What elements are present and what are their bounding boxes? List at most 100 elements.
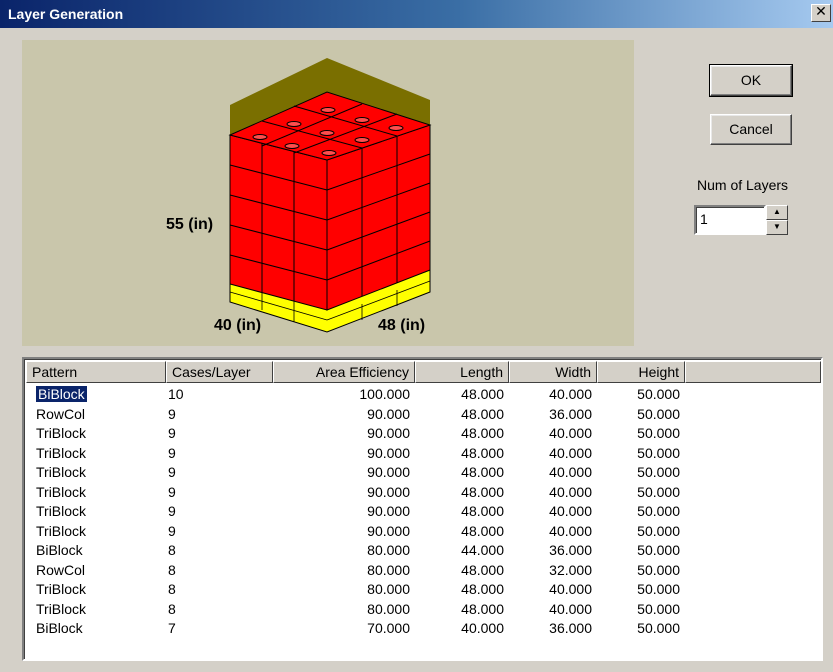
cell-text: 100.000: [359, 386, 410, 402]
ok-button[interactable]: OK: [709, 64, 793, 97]
cell-text: 40.000: [549, 444, 592, 461]
cell-width: 40.000: [509, 522, 592, 542]
cell-text: 36.000: [549, 542, 592, 558]
cell-text: 48.000: [461, 503, 504, 519]
cell-height: 50.000: [597, 385, 680, 405]
cell-pattern: TriBlock: [36, 502, 164, 522]
cell-cases-per-layer: 9: [168, 502, 268, 522]
pallet-preview: 55 (in) 40 (in) 48 (in): [22, 40, 634, 346]
column-header-pattern[interactable]: Pattern: [26, 361, 166, 383]
cell-text: 9: [168, 425, 176, 441]
cell-height: 50.000: [597, 619, 680, 639]
cell-cases-per-layer: 8: [168, 600, 268, 620]
cell-text: 50.000: [637, 561, 680, 578]
cell-text: 90.000: [367, 522, 410, 539]
cell-width: 36.000: [509, 405, 592, 425]
cell-text: 50.000: [637, 386, 680, 402]
column-header-length[interactable]: Length: [415, 361, 509, 383]
table-row[interactable]: TriBlock 9 90.000 48.000 40.000 50.000: [26, 483, 821, 503]
cell-pattern: RowCol: [36, 561, 164, 581]
cell-area-efficiency: 80.000: [273, 600, 410, 620]
column-header-width[interactable]: Width: [509, 361, 597, 383]
cell-cases-per-layer: 8: [168, 541, 268, 561]
cell-text: 48.000: [461, 600, 504, 617]
cell-text: 48.000: [461, 425, 504, 441]
cell-text: 40.000: [549, 600, 592, 617]
cell-text: 40.000: [549, 503, 592, 519]
cell-text: 7: [168, 620, 176, 636]
cell-pattern: TriBlock: [36, 463, 164, 483]
table-row[interactable]: BiBlock 8 80.000 44.000 36.000 50.000: [26, 541, 821, 561]
cell-text: TriBlock: [36, 444, 87, 461]
cell-text: 9: [168, 405, 176, 422]
layer-generation-dialog: Layer Generation ✕ 55 (in) 40 (in) 48 (i…: [0, 0, 833, 672]
table-row[interactable]: BiBlock 10 100.000 48.000 40.000 50.000: [26, 385, 821, 405]
column-header-height[interactable]: Height: [597, 361, 685, 383]
cell-text: 8: [168, 600, 176, 617]
cell-area-efficiency: 80.000: [273, 541, 410, 561]
table-row[interactable]: RowCol 8 80.000 48.000 32.000 50.000: [26, 561, 821, 581]
num-layers-input[interactable]: 1: [694, 205, 766, 235]
cell-text: RowCol: [36, 561, 86, 578]
spin-down-button[interactable]: ▼: [766, 220, 788, 235]
cell-text: 80.000: [367, 600, 410, 617]
cell-text: 50.000: [637, 620, 680, 636]
cell-pattern: TriBlock: [36, 600, 164, 620]
cell-pattern: TriBlock: [36, 522, 164, 542]
table-row[interactable]: BiBlock 7 70.000 40.000 36.000 50.000: [26, 619, 821, 639]
cell-text: 40.000: [549, 581, 592, 597]
list-rows: BiBlock 10 100.000 48.000 40.000 50.000 RowCol…: [26, 385, 821, 639]
cell-area-efficiency: 90.000: [273, 444, 410, 464]
table-row[interactable]: TriBlock 8 80.000 48.000 40.000 50.000: [26, 600, 821, 620]
column-header-cases-per-layer[interactable]: Cases/Layer: [166, 361, 273, 383]
cancel-button[interactable]: Cancel: [710, 114, 792, 145]
pattern-list[interactable]: Pattern Cases/Layer Area Efficiency Leng…: [22, 357, 823, 661]
table-row[interactable]: TriBlock 9 90.000 48.000 40.000 50.000: [26, 502, 821, 522]
cell-height: 50.000: [597, 522, 680, 542]
cell-text: BiBlock: [35, 385, 88, 403]
close-icon: ✕: [815, 4, 827, 20]
cell-length: 48.000: [415, 522, 504, 542]
column-header-area-efficiency[interactable]: Area Efficiency: [273, 361, 415, 383]
cell-text: 32.000: [549, 561, 592, 578]
close-button[interactable]: ✕: [811, 4, 831, 22]
cell-text: 40.000: [549, 464, 592, 480]
table-row[interactable]: TriBlock 9 90.000 48.000 40.000 50.000: [26, 424, 821, 444]
cell-text: RowCol: [36, 405, 86, 422]
cell-area-efficiency: 90.000: [273, 483, 410, 503]
cell-text: 90.000: [367, 405, 410, 422]
cell-text: 50.000: [637, 600, 680, 617]
title-bar[interactable]: Layer Generation ✕: [0, 0, 833, 28]
cell-text: 48.000: [461, 561, 504, 578]
cell-pattern: TriBlock: [36, 444, 164, 464]
cell-height: 50.000: [597, 463, 680, 483]
table-row[interactable]: TriBlock 9 90.000 48.000 40.000 50.000: [26, 463, 821, 483]
cell-width: 40.000: [509, 444, 592, 464]
cell-pattern: TriBlock: [36, 483, 164, 503]
table-row[interactable]: RowCol 9 90.000 48.000 36.000 50.000: [26, 405, 821, 425]
cell-text: 40.000: [549, 425, 592, 441]
cell-width: 36.000: [509, 541, 592, 561]
cell-text: 80.000: [367, 542, 410, 558]
cell-length: 48.000: [415, 424, 504, 444]
cell-text: TriBlock: [36, 464, 87, 480]
cell-text: 8: [168, 581, 176, 597]
cell-height: 50.000: [597, 580, 680, 600]
cell-text: 70.000: [367, 620, 410, 636]
cell-text: 90.000: [367, 503, 410, 519]
cell-pattern: BiBlock: [36, 619, 164, 639]
cell-text: 50.000: [637, 464, 680, 480]
cell-width: 36.000: [509, 619, 592, 639]
spin-up-button[interactable]: ▲: [766, 205, 788, 220]
cell-text: 36.000: [549, 620, 592, 636]
cell-text: 36.000: [549, 405, 592, 422]
cell-width: 40.000: [509, 424, 592, 444]
table-row[interactable]: TriBlock 9 90.000 48.000 40.000 50.000: [26, 444, 821, 464]
cell-height: 50.000: [597, 600, 680, 620]
cell-text: TriBlock: [36, 425, 87, 441]
cell-text: TriBlock: [36, 503, 87, 519]
table-row[interactable]: TriBlock 8 80.000 48.000 40.000 50.000: [26, 580, 821, 600]
cell-height: 50.000: [597, 483, 680, 503]
table-row[interactable]: TriBlock 9 90.000 48.000 40.000 50.000: [26, 522, 821, 542]
cell-length: 48.000: [415, 502, 504, 522]
